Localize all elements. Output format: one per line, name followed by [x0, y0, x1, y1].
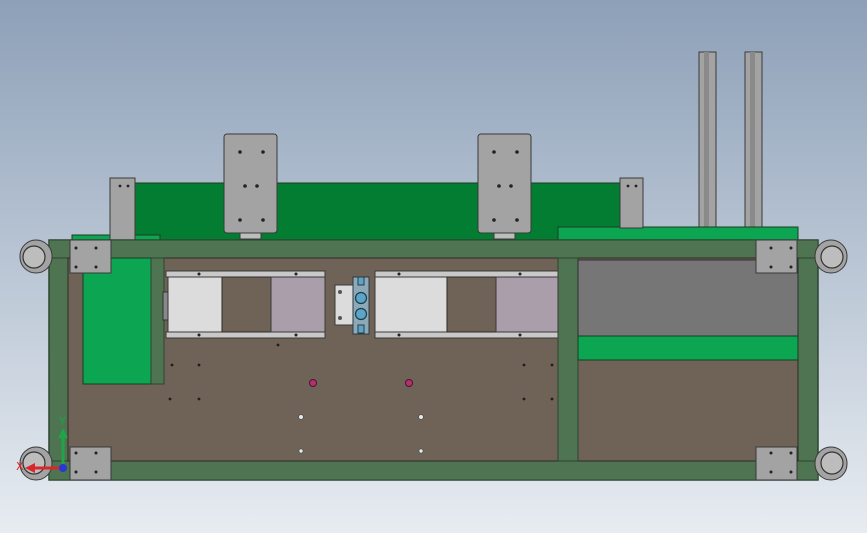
right-mounting-plate — [477, 133, 532, 240]
left-green-block — [82, 257, 152, 385]
right-green-bar — [577, 335, 799, 361]
x-axis-label: X — [16, 460, 24, 473]
left-green-block-side — [150, 257, 165, 385]
model-view[interactable]: Y X — [0, 0, 867, 533]
top-beam — [48, 239, 819, 259]
cad-viewport[interactable]: Y X — [0, 0, 867, 533]
left-rail-assembly — [162, 270, 326, 339]
left-side-bracket — [109, 177, 136, 241]
left-mounting-plate — [223, 133, 278, 240]
bottom-beam — [48, 460, 819, 481]
center-cylinder — [334, 276, 370, 335]
right-side-bracket — [619, 177, 644, 229]
y-axis-label: Y — [58, 415, 66, 428]
center-post — [557, 257, 579, 462]
z-axis-dot — [59, 464, 67, 472]
right-top-strip — [557, 226, 799, 242]
right-rail-assembly — [374, 270, 559, 339]
back-board — [134, 182, 623, 241]
